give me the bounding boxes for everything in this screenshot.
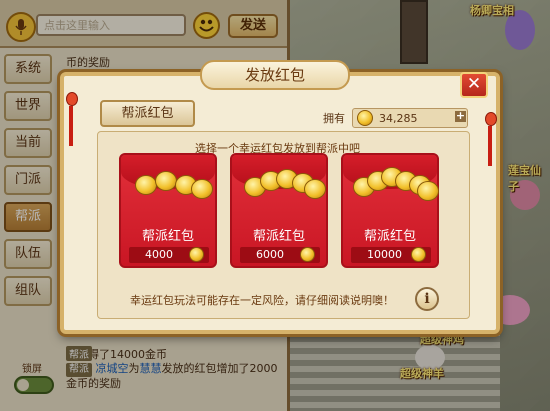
risk-notice: 幸运红包玩法可能存在一定风险，请仔细阅读说明噢！ xyxy=(130,294,394,307)
gold-coins-icon xyxy=(129,169,213,199)
red-packet-option-4000[interactable]: 帮派红包 4000 xyxy=(119,153,217,268)
info-button[interactable]: i xyxy=(415,287,439,311)
tassel-decoration xyxy=(66,92,78,152)
gold-coin-icon xyxy=(300,247,315,262)
gold-coin-icon xyxy=(189,247,204,262)
gold-coin-icon xyxy=(411,247,426,262)
red-packet-option-10000[interactable]: 帮派红包 10000 xyxy=(341,153,439,268)
red-packet-label: 帮派红包 xyxy=(252,229,305,244)
close-button[interactable]: ✕ xyxy=(460,72,488,98)
red-packet-label: 帮派红包 xyxy=(363,229,416,244)
red-packet-amount-bar: 4000 xyxy=(129,247,209,263)
red-packet-amount-bar: 6000 xyxy=(240,247,320,263)
owned-label: 拥有 xyxy=(323,112,345,125)
dialog-title: 发放红包 xyxy=(200,60,350,90)
tab-guild-red-packet[interactable]: 帮派红包 xyxy=(100,100,195,127)
tassel-decoration xyxy=(485,112,497,172)
gold-coins-icon xyxy=(240,169,326,199)
red-packet-amount: 10000 xyxy=(367,248,402,261)
red-packet-option-6000[interactable]: 帮派红包 6000 xyxy=(230,153,328,268)
owned-gold-amount: 34,285 xyxy=(379,112,418,125)
red-packet-amount: 6000 xyxy=(256,248,284,261)
owned-gold-display: 34,285 xyxy=(352,108,468,128)
red-packet-amount: 4000 xyxy=(145,248,173,261)
red-packet-label: 帮派红包 xyxy=(141,229,194,244)
gold-coin-icon xyxy=(357,110,373,126)
gold-coins-icon xyxy=(351,167,439,201)
add-gold-button[interactable]: + xyxy=(455,110,466,122)
red-packet-amount-bar: 10000 xyxy=(351,247,431,263)
